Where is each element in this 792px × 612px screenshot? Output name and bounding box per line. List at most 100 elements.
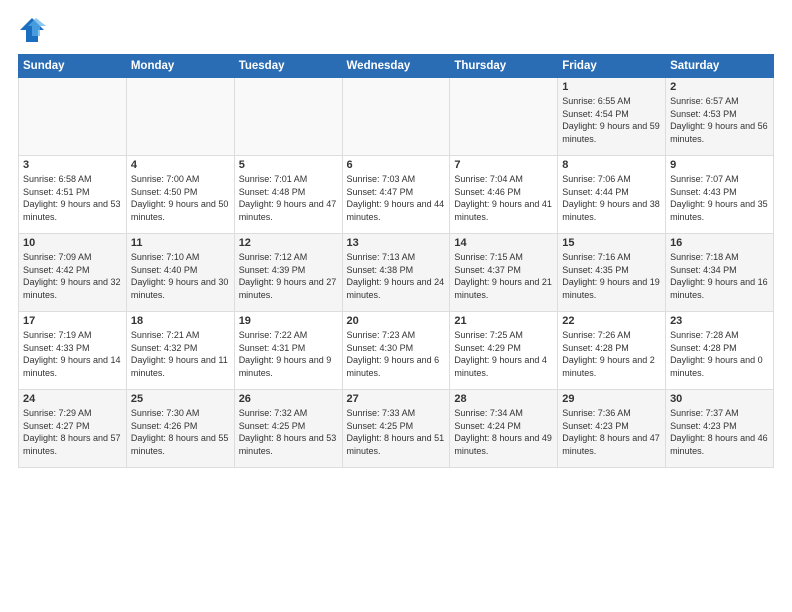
calendar-header-friday: Friday <box>558 55 666 78</box>
day-number: 4 <box>131 159 230 171</box>
calendar-header-thursday: Thursday <box>450 55 558 78</box>
calendar-day-4: 4 Sunrise: 7:00 AMSunset: 4:50 PMDaylight… <box>126 156 234 234</box>
day-number: 24 <box>23 393 122 405</box>
day-info: Sunrise: 7:34 AMSunset: 4:24 PMDaylight:… <box>454 407 553 457</box>
calendar-table: SundayMondayTuesdayWednesdayThursdayFrid… <box>18 54 774 468</box>
calendar-day-11: 11 Sunrise: 7:10 AMSunset: 4:40 PMDayligh… <box>126 234 234 312</box>
day-info: Sunrise: 7:10 AMSunset: 4:40 PMDaylight:… <box>131 251 230 301</box>
day-number: 2 <box>670 81 769 93</box>
day-info: Sunrise: 7:21 AMSunset: 4:32 PMDaylight:… <box>131 329 230 379</box>
day-number: 27 <box>347 393 446 405</box>
day-info: Sunrise: 6:57 AMSunset: 4:53 PMDaylight:… <box>670 95 769 145</box>
day-info: Sunrise: 7:00 AMSunset: 4:50 PMDaylight:… <box>131 173 230 223</box>
day-info: Sunrise: 7:26 AMSunset: 4:28 PMDaylight:… <box>562 329 661 379</box>
day-number: 14 <box>454 237 553 249</box>
day-info: Sunrise: 7:09 AMSunset: 4:42 PMDaylight:… <box>23 251 122 301</box>
calendar-day-15: 15Sunrise: 7:16 AMSunset: 4:35 PMDayligh… <box>558 234 666 312</box>
day-number: 26 <box>239 393 338 405</box>
day-info: Sunrise: 7:23 AMSunset: 4:30 PMDaylight:… <box>347 329 446 379</box>
day-number: 5 <box>239 159 338 171</box>
day-number: 11 <box>131 237 230 249</box>
day-info: Sunrise: 7:28 AMSunset: 4:28 PMDaylight:… <box>670 329 769 379</box>
calendar-empty <box>19 78 127 156</box>
day-number: 12 <box>239 237 338 249</box>
calendar-header-saturday: Saturday <box>666 55 774 78</box>
calendar-day-20: 20 Sunrise: 7:23 AMSunset: 4:30 PMDayligh… <box>342 312 450 390</box>
day-number: 29 <box>562 393 661 405</box>
calendar-day-7: 7 Sunrise: 7:04 AMSunset: 4:46 PMDaylight… <box>450 156 558 234</box>
day-info: Sunrise: 7:07 AMSunset: 4:43 PMDaylight:… <box>670 173 769 223</box>
day-number: 20 <box>347 315 446 327</box>
calendar-empty <box>234 78 342 156</box>
calendar-day-12: 12 Sunrise: 7:12 AMSunset: 4:39 PMDayligh… <box>234 234 342 312</box>
day-info: Sunrise: 6:55 AMSunset: 4:54 PMDaylight:… <box>562 95 661 145</box>
calendar-day-22: 22 Sunrise: 7:26 AMSunset: 4:28 PMDayligh… <box>558 312 666 390</box>
day-number: 21 <box>454 315 553 327</box>
day-number: 28 <box>454 393 553 405</box>
day-number: 10 <box>23 237 122 249</box>
calendar-day-21: 21 Sunrise: 7:25 AMSunset: 4:29 PMDayligh… <box>450 312 558 390</box>
calendar-day-16: 16Sunrise: 7:18 AMSunset: 4:34 PMDayligh… <box>666 234 774 312</box>
calendar-header-tuesday: Tuesday <box>234 55 342 78</box>
day-info: Sunrise: 7:06 AMSunset: 4:44 PMDaylight:… <box>562 173 661 223</box>
calendar-day-30: 30 Sunrise: 7:37 AMSunset: 4:23 PMDayligh… <box>666 390 774 468</box>
calendar-day-1: 1 Sunrise: 6:55 AMSunset: 4:54 PMDaylight… <box>558 78 666 156</box>
day-info: Sunrise: 7:15 AMSunset: 4:37 PMDaylight:… <box>454 251 553 301</box>
day-info: Sunrise: 6:58 AMSunset: 4:51 PMDaylight:… <box>23 173 122 223</box>
calendar-empty <box>450 78 558 156</box>
calendar-day-5: 5 Sunrise: 7:01 AMSunset: 4:48 PMDaylight… <box>234 156 342 234</box>
day-info: Sunrise: 7:12 AMSunset: 4:39 PMDaylight:… <box>239 251 338 301</box>
calendar-day-25: 25Sunrise: 7:30 AMSunset: 4:26 PMDayligh… <box>126 390 234 468</box>
header <box>18 16 774 44</box>
day-number: 7 <box>454 159 553 171</box>
calendar-day-26: 26 Sunrise: 7:32 AMSunset: 4:25 PMDayligh… <box>234 390 342 468</box>
day-info: Sunrise: 7:37 AMSunset: 4:23 PMDaylight:… <box>670 407 769 457</box>
day-info: Sunrise: 7:01 AMSunset: 4:48 PMDaylight:… <box>239 173 338 223</box>
calendar-empty <box>342 78 450 156</box>
calendar-day-3: 3 Sunrise: 6:58 AMSunset: 4:51 PMDaylight… <box>19 156 127 234</box>
day-info: Sunrise: 7:03 AMSunset: 4:47 PMDaylight:… <box>347 173 446 223</box>
day-number: 22 <box>562 315 661 327</box>
day-number: 1 <box>562 81 661 93</box>
calendar-header-row: SundayMondayTuesdayWednesdayThursdayFrid… <box>19 55 774 78</box>
calendar-day-14: 14 Sunrise: 7:15 AMSunset: 4:37 PMDayligh… <box>450 234 558 312</box>
logo <box>18 16 50 44</box>
page: SundayMondayTuesdayWednesdayThursdayFrid… <box>0 0 792 612</box>
calendar-header-wednesday: Wednesday <box>342 55 450 78</box>
day-info: Sunrise: 7:18 AMSunset: 4:34 PMDaylight:… <box>670 251 769 301</box>
day-info: Sunrise: 7:19 AMSunset: 4:33 PMDaylight:… <box>23 329 122 379</box>
day-number: 19 <box>239 315 338 327</box>
day-info: Sunrise: 7:25 AMSunset: 4:29 PMDaylight:… <box>454 329 553 379</box>
day-info: Sunrise: 7:32 AMSunset: 4:25 PMDaylight:… <box>239 407 338 457</box>
calendar-day-6: 6 Sunrise: 7:03 AMSunset: 4:47 PMDaylight… <box>342 156 450 234</box>
calendar-day-10: 10 Sunrise: 7:09 AMSunset: 4:42 PMDayligh… <box>19 234 127 312</box>
calendar-day-2: 2 Sunrise: 6:57 AMSunset: 4:53 PMDaylight… <box>666 78 774 156</box>
calendar-day-18: 18 Sunrise: 7:21 AMSunset: 4:32 PMDayligh… <box>126 312 234 390</box>
day-number: 17 <box>23 315 122 327</box>
calendar-week-row: 17 Sunrise: 7:19 AMSunset: 4:33 PMDayligh… <box>19 312 774 390</box>
day-number: 8 <box>562 159 661 171</box>
day-number: 9 <box>670 159 769 171</box>
day-number: 6 <box>347 159 446 171</box>
day-info: Sunrise: 7:30 AMSunset: 4:26 PMDaylight:… <box>131 407 230 457</box>
calendar-week-row: 10 Sunrise: 7:09 AMSunset: 4:42 PMDayligh… <box>19 234 774 312</box>
day-info: Sunrise: 7:22 AMSunset: 4:31 PMDaylight:… <box>239 329 338 379</box>
day-info: Sunrise: 7:29 AMSunset: 4:27 PMDaylight:… <box>23 407 122 457</box>
day-info: Sunrise: 7:04 AMSunset: 4:46 PMDaylight:… <box>454 173 553 223</box>
day-info: Sunrise: 7:36 AMSunset: 4:23 PMDaylight:… <box>562 407 661 457</box>
calendar-day-29: 29 Sunrise: 7:36 AMSunset: 4:23 PMDayligh… <box>558 390 666 468</box>
day-number: 30 <box>670 393 769 405</box>
calendar-header-sunday: Sunday <box>19 55 127 78</box>
day-info: Sunrise: 7:16 AMSunset: 4:35 PMDaylight:… <box>562 251 661 301</box>
calendar-day-27: 27Sunrise: 7:33 AMSunset: 4:25 PMDayligh… <box>342 390 450 468</box>
calendar-week-row: 3 Sunrise: 6:58 AMSunset: 4:51 PMDaylight… <box>19 156 774 234</box>
day-number: 18 <box>131 315 230 327</box>
calendar-week-row: 1 Sunrise: 6:55 AMSunset: 4:54 PMDaylight… <box>19 78 774 156</box>
day-info: Sunrise: 7:13 AMSunset: 4:38 PMDaylight:… <box>347 251 446 301</box>
day-number: 3 <box>23 159 122 171</box>
calendar-day-19: 19 Sunrise: 7:22 AMSunset: 4:31 PMDayligh… <box>234 312 342 390</box>
calendar-day-28: 28 Sunrise: 7:34 AMSunset: 4:24 PMDayligh… <box>450 390 558 468</box>
calendar-day-24: 24 Sunrise: 7:29 AMSunset: 4:27 PMDayligh… <box>19 390 127 468</box>
calendar-day-13: 13Sunrise: 7:13 AMSunset: 4:38 PMDayligh… <box>342 234 450 312</box>
logo-icon <box>18 16 46 44</box>
